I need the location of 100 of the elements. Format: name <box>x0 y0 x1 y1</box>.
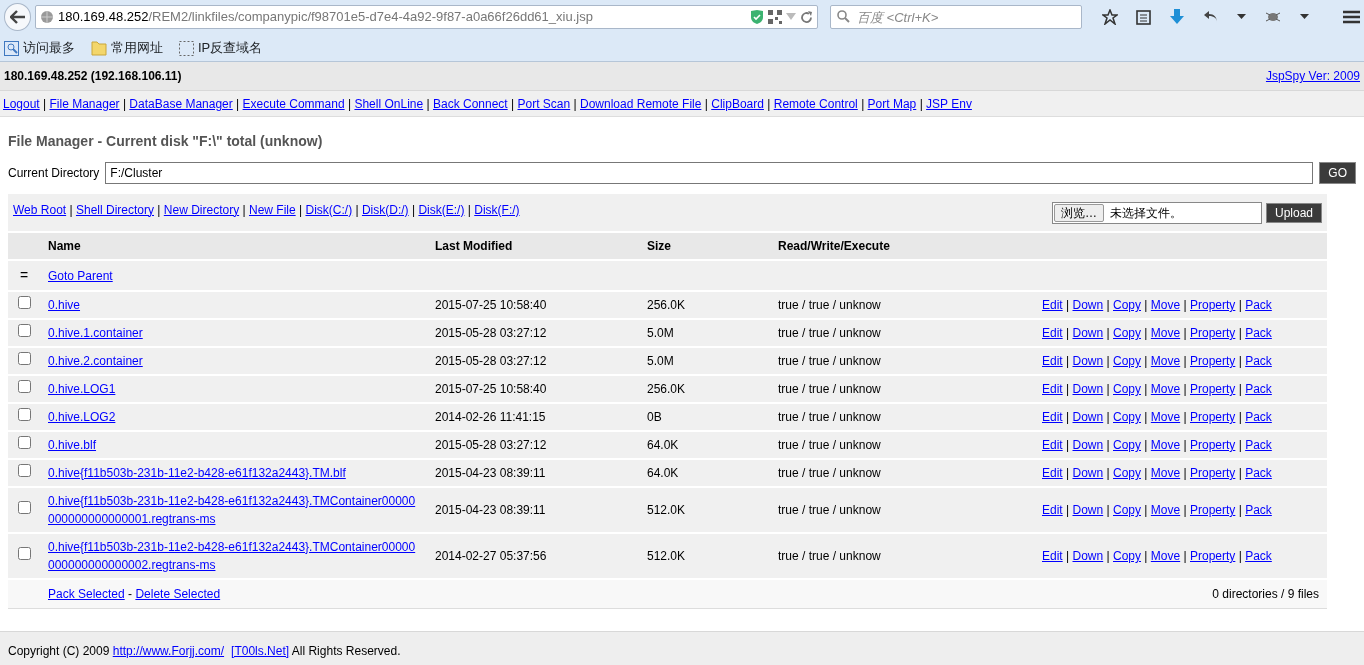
footer-link[interactable]: http://www.Forjj.com/ <box>112 644 225 658</box>
nav-link[interactable]: File Manager <box>49 96 120 111</box>
action-link[interactable]: Property <box>1190 298 1236 312</box>
dropdown-icon[interactable] <box>1300 14 1309 20</box>
file-input[interactable]: 浏览… 未选择文件。 <box>1051 201 1262 224</box>
dropdown-icon[interactable] <box>1237 14 1246 20</box>
action-link[interactable]: Edit <box>1042 503 1063 517</box>
footer-link[interactable]: [T00ls.Net] <box>231 644 290 658</box>
star-icon[interactable] <box>1102 9 1118 25</box>
action-link[interactable]: Move <box>1150 466 1181 480</box>
row-checkbox[interactable] <box>17 408 31 421</box>
action-link[interactable]: Property <box>1190 410 1236 424</box>
action-link[interactable]: Edit <box>1042 438 1063 452</box>
nav-link[interactable]: Execute Command <box>242 96 345 111</box>
footer-link[interactable]: Delete Selected <box>135 586 221 601</box>
nav-link[interactable]: Logout <box>3 96 40 111</box>
action-link[interactable]: Copy <box>1113 354 1141 368</box>
row-checkbox[interactable] <box>17 547 31 560</box>
nav-link[interactable]: Back Connect <box>432 96 508 111</box>
action-link[interactable]: Edit <box>1042 410 1063 424</box>
action-link[interactable]: Property <box>1190 503 1236 517</box>
action-link[interactable]: Move <box>1150 410 1181 424</box>
action-link[interactable]: Property <box>1190 438 1236 452</box>
nav-link[interactable]: DataBase Manager <box>129 96 233 111</box>
file-link[interactable]: 0.hive.blf <box>48 436 97 454</box>
action-link[interactable]: Down <box>1072 410 1104 424</box>
action-link[interactable]: Move <box>1150 326 1181 340</box>
action-link[interactable]: Pack <box>1245 503 1272 517</box>
action-link[interactable]: Property <box>1190 354 1236 368</box>
nav-link[interactable]: ClipBoard <box>711 96 764 111</box>
action-link[interactable]: Copy <box>1113 466 1141 480</box>
action-link[interactable]: Pack <box>1245 382 1272 396</box>
action-link[interactable]: Property <box>1190 466 1236 480</box>
action-link[interactable]: Down <box>1072 503 1104 517</box>
action-link[interactable]: Move <box>1150 503 1181 517</box>
nav-link[interactable]: Port Scan <box>517 96 571 111</box>
action-link[interactable]: Edit <box>1042 298 1063 312</box>
action-link[interactable]: Property <box>1190 549 1236 563</box>
file-link[interactable]: 0.hive.2.container <box>48 352 143 370</box>
action-link[interactable]: Down <box>1072 549 1104 563</box>
toolbar-link[interactable]: Shell Directory <box>75 202 154 217</box>
row-checkbox[interactable] <box>17 464 31 477</box>
action-link[interactable]: Move <box>1150 382 1181 396</box>
nav-link[interactable]: JSP Env <box>926 96 972 111</box>
action-link[interactable]: Copy <box>1113 549 1141 563</box>
toolbar-link[interactable]: New Directory <box>163 202 240 217</box>
action-link[interactable]: Move <box>1150 549 1181 563</box>
file-link[interactable]: 0.hive <box>48 296 81 314</box>
action-link[interactable]: Pack <box>1245 298 1272 312</box>
action-link[interactable]: Copy <box>1113 503 1141 517</box>
go-button[interactable]: GO <box>1319 162 1356 184</box>
row-checkbox[interactable] <box>17 501 31 514</box>
action-link[interactable]: Down <box>1072 354 1104 368</box>
action-link[interactable]: Edit <box>1042 354 1063 368</box>
toolbar-link[interactable]: Web Root <box>13 202 67 217</box>
bookmark-link[interactable]: IP反查域名 <box>198 38 263 58</box>
toolbar-link[interactable]: Disk(E:/) <box>418 202 465 217</box>
address-bar[interactable]: 180.169.48.252/REM2/linkfiles/companypic/f98701e5-d7e4-4a92-9f87-a0a66f26dd61_xiu.jsp <box>35 5 818 29</box>
action-link[interactable]: Move <box>1150 354 1181 368</box>
action-link[interactable]: Property <box>1190 326 1236 340</box>
nav-link[interactable]: Shell OnLine <box>354 96 424 111</box>
action-link[interactable]: Edit <box>1042 382 1063 396</box>
row-checkbox[interactable] <box>17 380 31 393</box>
action-link[interactable]: Edit <box>1042 549 1063 563</box>
menu-icon[interactable] <box>1343 10 1360 24</box>
action-link[interactable]: Pack <box>1245 410 1272 424</box>
browse-button[interactable]: 浏览… <box>1053 203 1104 222</box>
action-link[interactable]: Pack <box>1245 354 1272 368</box>
row-checkbox[interactable] <box>17 436 31 449</box>
toolbar-link[interactable]: Disk(C:/) <box>305 202 353 217</box>
toolbar-link[interactable]: New File <box>248 202 296 217</box>
action-link[interactable]: Down <box>1072 326 1104 340</box>
footer-link[interactable]: Pack Selected <box>48 586 125 601</box>
parent-link[interactable]: Goto Parent <box>48 268 113 283</box>
action-link[interactable]: Copy <box>1113 326 1141 340</box>
action-link[interactable]: Move <box>1150 298 1181 312</box>
action-link[interactable]: Move <box>1150 438 1181 452</box>
action-link[interactable]: Edit <box>1042 466 1063 480</box>
file-link[interactable]: 0.hive.LOG2 <box>48 408 116 426</box>
file-link[interactable]: 0.hive.1.container <box>48 324 143 342</box>
action-link[interactable]: Down <box>1072 298 1104 312</box>
search-field[interactable]: 百度 <Ctrl+K> <box>830 5 1082 29</box>
nav-link[interactable]: Port Map <box>867 96 917 111</box>
nav-link[interactable]: Download Remote File <box>580 96 702 111</box>
toolbar-link[interactable]: Disk(D:/) <box>361 202 409 217</box>
row-checkbox[interactable] <box>17 352 31 365</box>
qr-code-icon[interactable] <box>768 10 782 24</box>
row-checkbox[interactable] <box>17 296 31 309</box>
action-link[interactable]: Copy <box>1113 410 1141 424</box>
action-link[interactable]: Down <box>1072 438 1104 452</box>
action-link[interactable]: Property <box>1190 382 1236 396</box>
action-link[interactable]: Down <box>1072 466 1104 480</box>
bookmark-link[interactable]: 常用网址 <box>111 38 163 58</box>
action-link[interactable]: Copy <box>1113 382 1141 396</box>
action-link[interactable]: Pack <box>1245 326 1272 340</box>
action-link[interactable]: Pack <box>1245 438 1272 452</box>
action-link[interactable]: Pack <box>1245 549 1272 563</box>
version-link[interactable]: JspSpy Ver: 2009 <box>1265 67 1360 85</box>
action-link[interactable]: Copy <box>1113 298 1141 312</box>
directory-field[interactable]: F:/Cluster <box>105 162 1314 184</box>
